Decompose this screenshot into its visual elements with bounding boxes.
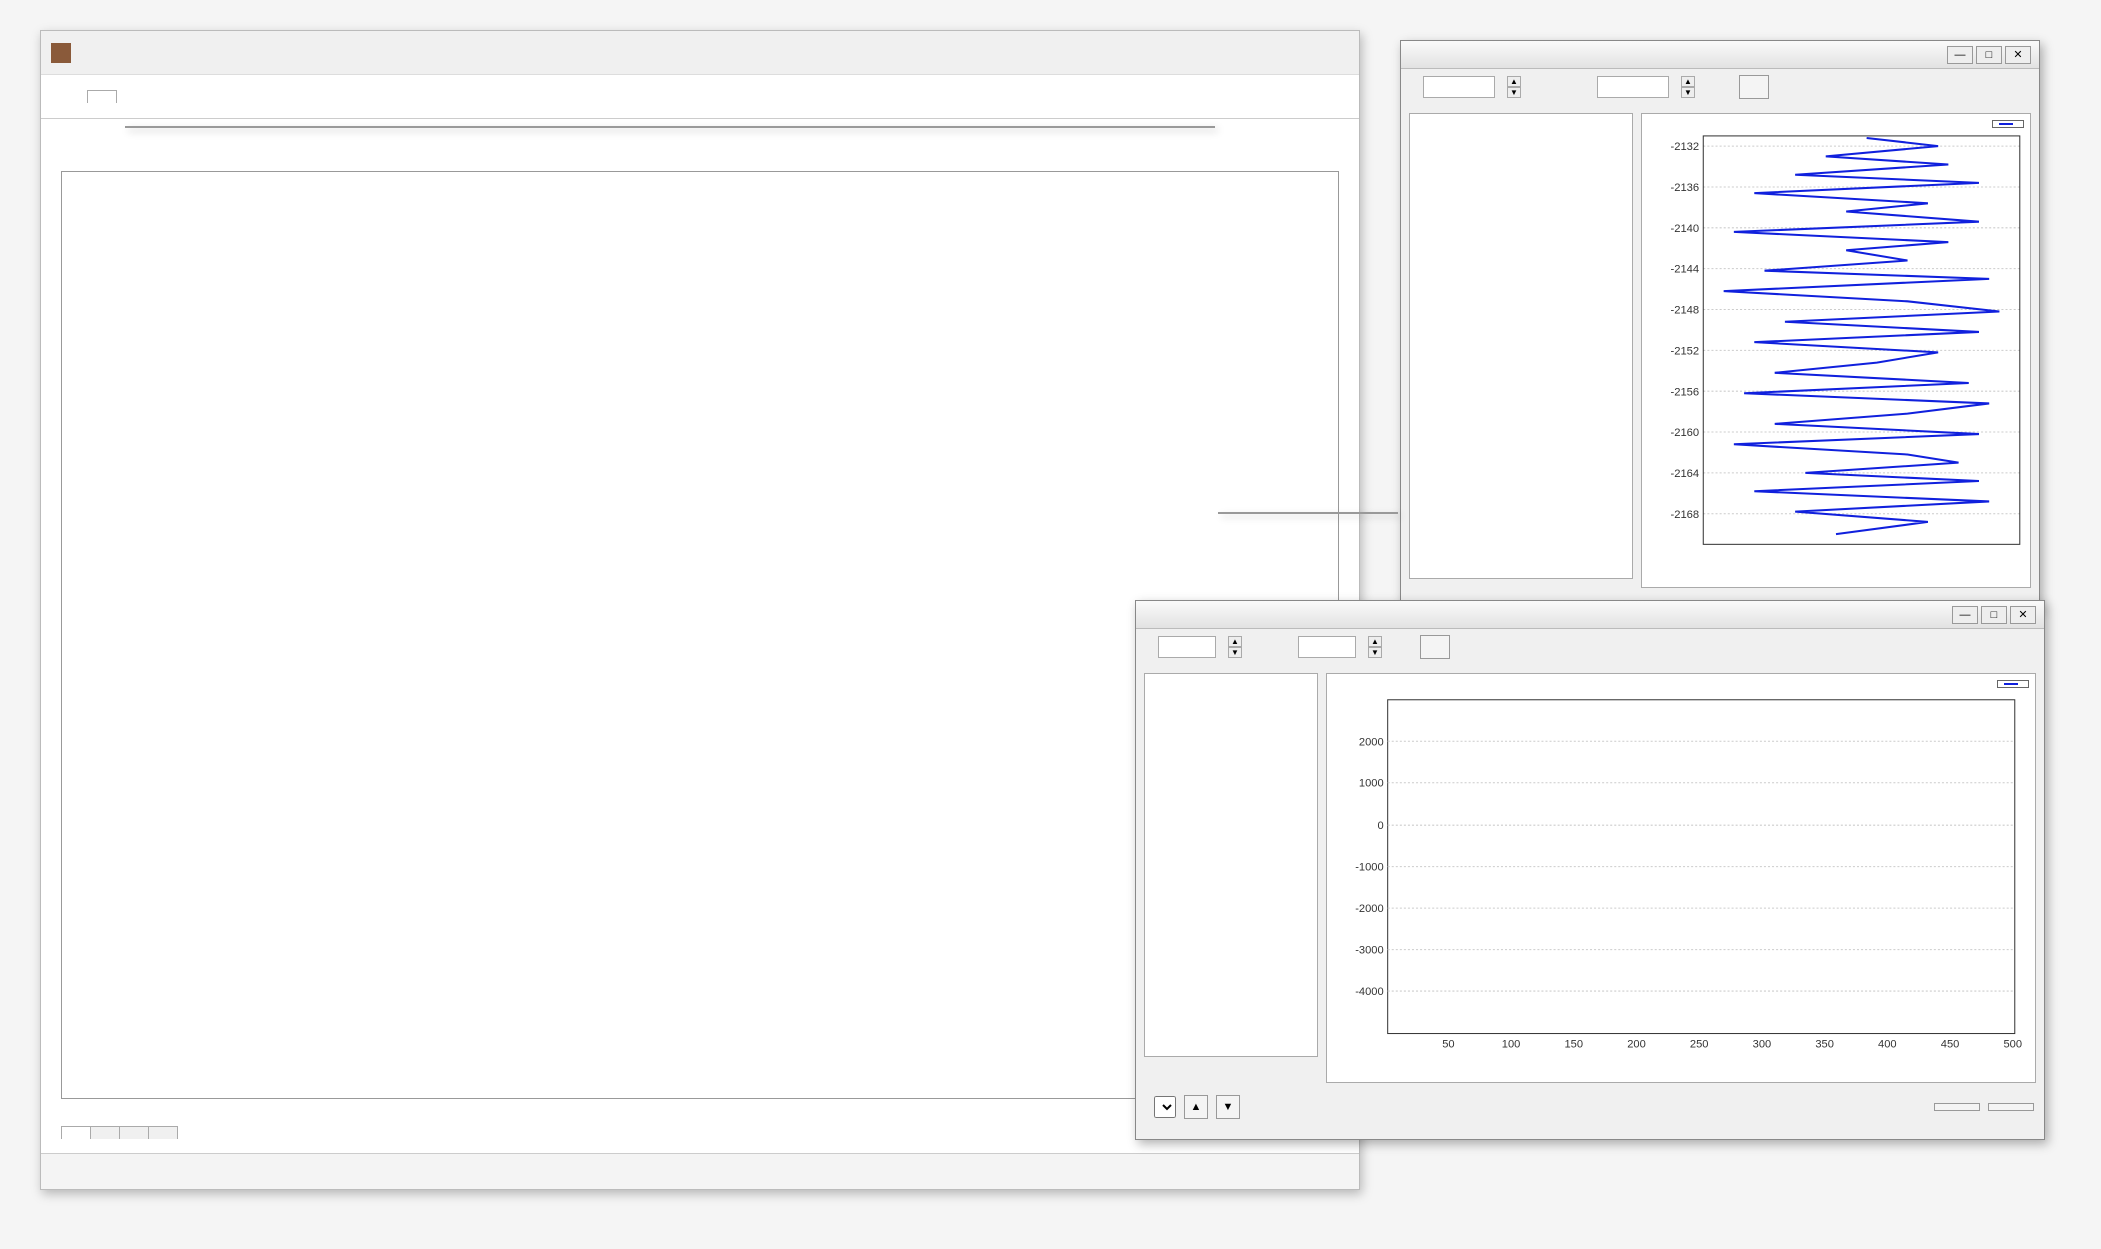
dv2-toolbar: ▲▼ ▲▼ bbox=[1136, 629, 2044, 665]
dv1-legend bbox=[1992, 120, 2024, 128]
svg-text:-2148: -2148 bbox=[1670, 305, 1699, 317]
dv1-plot[interactable]: -2132 -2136 -2140 -2144 -2148 -2152 -2156 -2160… bbox=[1641, 113, 2031, 588]
dv1-toolbar: ▲▼ ▲▼ bbox=[1401, 69, 2039, 105]
bottom-tabs bbox=[61, 1126, 177, 1139]
dv1-end-input[interactable] bbox=[1597, 76, 1669, 98]
dv2-refresh-button[interactable] bbox=[1420, 635, 1450, 659]
dv2-start-input[interactable] bbox=[1158, 636, 1216, 658]
svg-text:400: 400 bbox=[1878, 1039, 1897, 1051]
menu-help[interactable] bbox=[197, 91, 225, 103]
svg-text:-4000: -4000 bbox=[1355, 986, 1383, 998]
svg-text:-2136: -2136 bbox=[1670, 182, 1699, 194]
minimize-icon[interactable]: — bbox=[1952, 606, 1978, 624]
spinner-icon[interactable]: ▲▼ bbox=[1507, 76, 1521, 98]
dv1-titlebar[interactable]: — □ ✕ bbox=[1401, 41, 2039, 69]
main-titlebar[interactable] bbox=[41, 31, 1359, 75]
tab-help-info[interactable] bbox=[119, 1126, 149, 1139]
svg-text:500: 500 bbox=[2003, 1039, 2022, 1051]
svg-text:-2164: -2164 bbox=[1670, 468, 1699, 480]
maximize-icon[interactable]: □ bbox=[1981, 606, 2007, 624]
svg-text:50: 50 bbox=[1442, 1039, 1454, 1051]
svg-text:300: 300 bbox=[1753, 1039, 1772, 1051]
svg-text:2000: 2000 bbox=[1359, 736, 1384, 748]
menu-format-convert[interactable] bbox=[87, 90, 117, 103]
dv2-titlebar[interactable]: — □ ✕ bbox=[1136, 601, 2044, 629]
maximize-icon[interactable]: □ bbox=[1976, 46, 2002, 64]
dv1-refresh-button[interactable] bbox=[1739, 75, 1769, 99]
menu-old-version[interactable] bbox=[161, 91, 189, 103]
svg-text:-1000: -1000 bbox=[1355, 862, 1383, 874]
svg-text:1000: 1000 bbox=[1359, 778, 1384, 790]
dv2-curve-select[interactable] bbox=[1154, 1096, 1176, 1118]
close-icon[interactable]: ✕ bbox=[2010, 606, 2036, 624]
svg-text:100: 100 bbox=[1502, 1039, 1521, 1051]
spinner-icon[interactable]: ▲▼ bbox=[1681, 76, 1695, 98]
svg-text:0: 0 bbox=[1377, 820, 1383, 832]
dataviewer-pwf4-window: — □ ✕ ▲▼ ▲▼ bbox=[1135, 600, 2045, 1140]
tab-other-info[interactable] bbox=[148, 1126, 178, 1139]
svg-text:-2144: -2144 bbox=[1670, 264, 1699, 276]
svg-text:450: 450 bbox=[1941, 1039, 1960, 1051]
svg-text:-2132: -2132 bbox=[1670, 141, 1699, 153]
svg-text:-2140: -2140 bbox=[1670, 223, 1699, 235]
menubar bbox=[41, 75, 1359, 119]
svg-text:-2000: -2000 bbox=[1355, 903, 1383, 915]
tab-curve-list[interactable] bbox=[61, 1126, 91, 1139]
gr-curve-path bbox=[1724, 138, 2000, 534]
svg-text:-2156: -2156 bbox=[1670, 386, 1699, 398]
close-icon[interactable]: ✕ bbox=[2005, 46, 2031, 64]
dataviewer-gr-window: — □ ✕ ▲▼ ▲▼ bbox=[1400, 40, 2040, 610]
svg-text:200: 200 bbox=[1627, 1039, 1646, 1051]
spinner-icon[interactable]: ▲▼ bbox=[1228, 636, 1242, 658]
close-button[interactable] bbox=[1988, 1103, 2034, 1111]
format-convert-dropdown bbox=[125, 126, 1215, 128]
dv1-start-input[interactable] bbox=[1423, 76, 1495, 98]
batch-convert-submenu bbox=[1218, 512, 1398, 514]
tab-graph-display[interactable] bbox=[90, 1126, 120, 1139]
down-button[interactable]: ▼ bbox=[1216, 1095, 1240, 1119]
dv2-plot[interactable]: 2000 1000 0 -1000 -2000 -3000 -4000 50 100 150 20… bbox=[1326, 673, 2036, 1083]
svg-text:-2168: -2168 bbox=[1670, 509, 1699, 521]
dv2-legend bbox=[1997, 680, 2029, 688]
export-button[interactable] bbox=[1934, 1103, 1980, 1111]
app-icon bbox=[51, 43, 71, 63]
menu-file[interactable] bbox=[51, 91, 79, 103]
menu-settings[interactable] bbox=[125, 91, 153, 103]
spinner-icon[interactable]: ▲▼ bbox=[1368, 636, 1382, 658]
svg-text:250: 250 bbox=[1690, 1039, 1709, 1051]
svg-text:150: 150 bbox=[1565, 1039, 1584, 1051]
statusbar bbox=[41, 1153, 1359, 1189]
dv1-data-table[interactable] bbox=[1409, 113, 1633, 579]
svg-text:-2152: -2152 bbox=[1670, 345, 1699, 357]
dv2-footer: ▲ ▼ bbox=[1136, 1091, 2044, 1127]
svg-text:-3000: -3000 bbox=[1355, 945, 1383, 957]
svg-text:-2160: -2160 bbox=[1670, 427, 1699, 439]
minimize-icon[interactable]: — bbox=[1947, 46, 1973, 64]
dv2-data-table[interactable] bbox=[1144, 673, 1318, 1057]
up-button[interactable]: ▲ bbox=[1184, 1095, 1208, 1119]
dv2-end-input[interactable] bbox=[1298, 636, 1356, 658]
svg-text:350: 350 bbox=[1815, 1039, 1834, 1051]
